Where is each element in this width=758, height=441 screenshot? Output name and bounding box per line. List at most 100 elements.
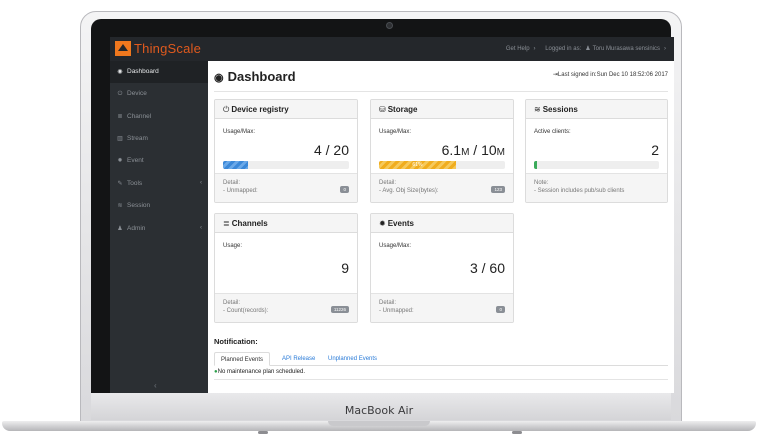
page-title: ◉ Dashboard (214, 69, 296, 84)
top-navbar: ThingScale Get Help › Logged in as: ♟ Toru … (110, 37, 674, 61)
hdd-icon: ⛁ (379, 105, 386, 114)
sidebar-item-label: Event (127, 157, 144, 164)
sessions-panel: ≋ Sessions Active clients: 2 Note: - Sess… (525, 99, 668, 203)
user-icon: ♟ (585, 46, 591, 52)
panel-header: ≣ Channels (215, 214, 357, 233)
panel-header: ≋ Sessions (526, 100, 667, 119)
note-label: Note: (534, 180, 549, 186)
panel-header: ⛁ Storage (371, 100, 513, 119)
sidebar-collapse-button[interactable]: ‹ (154, 381, 157, 390)
dashboard-icon: ◉ (214, 72, 224, 84)
sidebar-item-channel[interactable]: ≣ Channel (110, 106, 208, 128)
progress-fill (534, 161, 537, 169)
dashboard-icon: ◉ (117, 69, 123, 75)
rss-icon: ≋ (534, 105, 541, 114)
power-icon: ⏻ (223, 105, 230, 114)
storage-panel: ⛁ Storage Usage/Max: 6.1M / 10M 61% Detai… (370, 99, 514, 203)
progress-fill: 61% (379, 161, 456, 169)
panel-footer: Detail: - Unmapped: 0 (215, 173, 357, 202)
panel-title: Device registry (231, 105, 289, 114)
tab-planned-events[interactable]: Planned Events (214, 352, 271, 366)
wrench-icon: ✎ (117, 181, 123, 187)
device-registry-panel: ⏻ Device registry Usage/Max: 4 / 20 Detai… (214, 99, 358, 203)
channels-panel: ≣ Channels Usage: 9 Detail: - Count(recor… (214, 213, 358, 323)
count-badge: 0 (340, 186, 349, 193)
panel-footer: Note: - Session includes pub/sub clients (526, 173, 667, 202)
logged-in-label: Logged in as: (545, 46, 582, 52)
page-title-text: Dashboard (227, 69, 296, 84)
last-signed-in: ⇥Last signed in:Sun Dec 10 18:52:06 2017 (553, 71, 668, 78)
topbar-right: Get Help › Logged in as: ♟ Toru Murasawa se… (502, 45, 666, 52)
sidebar-item-session[interactable]: ≋ Session (110, 195, 208, 217)
progress-bar: 61% (379, 161, 505, 169)
chevron-left-icon: ‹ (200, 225, 202, 231)
main-content: ◉ Dashboard ⇥Last signed in:Sun Dec 10 18… (208, 61, 674, 393)
progress-fill (223, 161, 249, 169)
panel-title: Events (387, 219, 414, 228)
panel-footer: Detail: - Unmapped: 0 (371, 293, 513, 322)
sidebar-item-label: Session (127, 202, 151, 209)
laptop-foot (512, 431, 522, 434)
detail-label: Detail: (223, 180, 241, 186)
sidebar-item-label: Tools (127, 180, 143, 187)
last-signed-text: Last signed in:Sun Dec 10 18:52:06 2017 (557, 72, 668, 78)
usage-value: 6.1M / 10M (442, 142, 505, 158)
progress-bar (534, 161, 659, 169)
sidebar-item-device[interactable]: ⏻ Device (110, 83, 208, 105)
sidebar-item-dashboard[interactable]: ◉ Dashboard (110, 61, 208, 83)
detail-text: - Avg. Obj Size(bytes): (379, 188, 439, 194)
count-badge: 0 (496, 306, 505, 313)
detail-label: Detail: (223, 300, 241, 306)
sidebar-item-label: Channel (127, 113, 152, 120)
app-logo-text[interactable]: ThingScale (134, 41, 201, 56)
panel-header: ✹ Events (371, 214, 513, 233)
notification-message-text: No maintenance plan scheduled. (217, 369, 306, 375)
panel-footer: Detail: - Count(records): 11226 (215, 293, 357, 322)
panel-title: Sessions (542, 105, 578, 114)
sidebar-item-label: Dashboard (127, 68, 159, 75)
sidebar-item-admin[interactable]: ♟ Admin ‹ (110, 218, 208, 240)
usage-label: Usage/Max: (379, 243, 412, 249)
panel-header: ⏻ Device registry (215, 100, 357, 119)
laptop-notch (328, 421, 430, 426)
active-clients-label: Active clients: (534, 129, 571, 135)
sidebar-item-label: Stream (127, 135, 148, 142)
detail-text: - Unmapped: (223, 188, 258, 194)
usage-label: Usage/Max: (379, 129, 412, 135)
sidebar-item-tools[interactable]: ✎ Tools ‹ (110, 173, 208, 195)
usage-value: 9 (341, 260, 349, 276)
sidebar-item-event[interactable]: ✹ Event (110, 150, 208, 172)
gear-icon: ✹ (117, 158, 123, 164)
tab-api-release[interactable]: API Release (276, 352, 321, 366)
detail-label: Detail: (379, 180, 397, 186)
chevron-left-icon: ‹ (200, 180, 202, 186)
active-clients-value: 2 (651, 142, 659, 158)
panel-title: Storage (387, 105, 418, 114)
laptop-foot (258, 431, 268, 434)
panel-footer: Detail: - Avg. Obj Size(bytes): 123 (371, 173, 513, 202)
tab-unplanned-events[interactable]: Unplanned Events (322, 352, 383, 366)
user-name-link[interactable]: Toru Murasawa sensinics (593, 46, 660, 52)
note-text: - Session includes pub/sub clients (534, 188, 625, 194)
usage-value: 4 / 20 (313, 142, 349, 158)
device-brand-label: MacBook Air (344, 404, 414, 417)
chart-icon: ▥ (117, 136, 123, 142)
get-help-link[interactable]: Get Help (506, 46, 530, 52)
events-panel: ✹ Events Usage/Max: 3 / 60 Detail: - Unma… (370, 213, 514, 323)
chevron-right-icon: › (664, 46, 666, 52)
divider (214, 91, 668, 92)
power-icon: ⏻ (117, 91, 123, 97)
detail-text: - Unmapped: (379, 308, 414, 314)
sidebar-item-stream[interactable]: ▥ Stream (110, 128, 208, 150)
divider (214, 379, 668, 380)
progress-bar (223, 161, 349, 169)
sidebar-item-label: Device (127, 90, 147, 97)
usage-value: 3 / 60 (469, 260, 505, 276)
app-screen: ThingScale Get Help › Logged in as: ♟ Toru … (110, 37, 674, 393)
value-unit: M (496, 147, 505, 158)
notification-message: ●No maintenance plan scheduled. (214, 369, 305, 375)
user-icon: ♟ (117, 226, 123, 232)
chevron-right-icon: › (533, 46, 536, 52)
rss-icon: ≋ (117, 203, 123, 209)
camera-icon (386, 22, 393, 29)
